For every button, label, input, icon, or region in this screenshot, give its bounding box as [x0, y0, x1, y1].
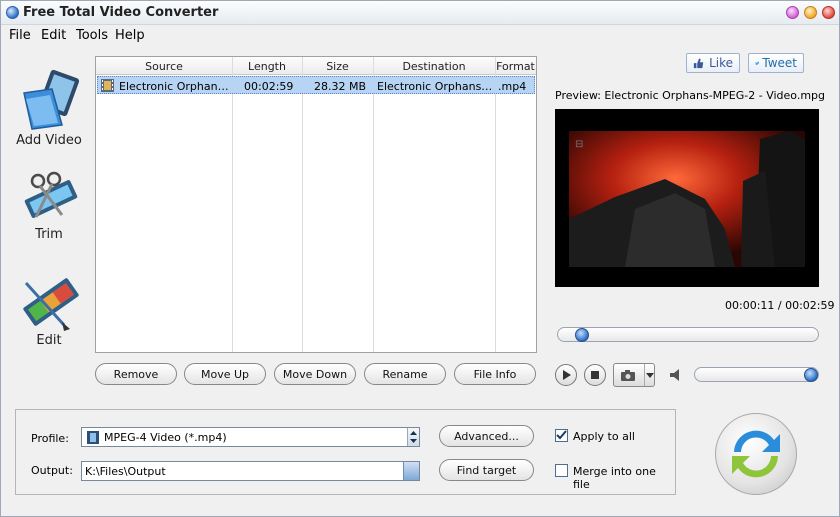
scissors-icon: [24, 171, 78, 218]
column-header-size[interactable]: Size: [302, 60, 373, 73]
twitter-icon: [755, 61, 760, 65]
column-divider: [302, 57, 303, 352]
convert-arrows-icon: [732, 430, 780, 478]
spinner-arrows-icon[interactable]: [407, 428, 419, 446]
remove-button[interactable]: Remove: [95, 363, 177, 385]
merge-checkbox[interactable]: [555, 464, 568, 477]
title-bar: Free Total Video Converter: [1, 1, 839, 25]
video-frame-image: ⊟: [555, 109, 819, 287]
column-divider: [373, 57, 374, 352]
menu-help[interactable]: Help: [115, 28, 145, 43]
column-header-source[interactable]: Source: [96, 60, 232, 73]
tweet-button[interactable]: Tweet: [748, 53, 804, 73]
file-list-table[interactable]: Source Length Size Destination Format El…: [95, 56, 537, 353]
checkmark-icon: [556, 430, 567, 440]
column-header-format[interactable]: Format: [495, 60, 536, 73]
playback-time: 00:00:11 / 00:02:59: [725, 299, 835, 312]
camera-icon: [621, 370, 635, 381]
thumbs-up-icon: [693, 58, 704, 68]
play-icon: [563, 370, 571, 380]
profile-value: MPEG-4 Video (*.mp4): [104, 431, 227, 444]
film-icon: [87, 431, 99, 444]
output-path-value: K:\Files\Output: [85, 465, 166, 478]
profile-select[interactable]: MPEG-4 Video (*.mp4): [81, 427, 420, 447]
output-path-field[interactable]: K:\Files\Output: [81, 461, 420, 481]
seek-slider-thumb[interactable]: [574, 328, 589, 342]
stop-icon: [591, 371, 599, 379]
profile-label: Profile:: [31, 432, 69, 445]
seek-slider[interactable]: [557, 327, 819, 342]
merge-label[interactable]: Merge into one file: [573, 465, 675, 491]
cell-destination: Electronic Orphans-MPEG-2 - Video.mp4: [377, 80, 493, 93]
like-label: Like: [709, 56, 733, 70]
move-down-button[interactable]: Move Down: [274, 363, 356, 385]
minimize-button[interactable]: [786, 6, 799, 19]
add-video-icon: [23, 69, 80, 130]
like-button[interactable]: Like: [686, 53, 740, 73]
volume-icon[interactable]: [667, 366, 685, 384]
trim-button[interactable]: Trim: [9, 171, 89, 242]
edit-button[interactable]: Edit: [9, 269, 89, 348]
app-window: Free Total Video Converter File Edit Too…: [0, 0, 840, 517]
advanced-button[interactable]: Advanced...: [439, 425, 534, 447]
preview-label: Preview: Electronic Orphans-MPEG-2 - Vid…: [555, 89, 826, 102]
menu-edit[interactable]: Edit: [41, 28, 66, 43]
menu-file[interactable]: File: [9, 28, 31, 43]
close-button[interactable]: [822, 6, 835, 19]
window-title: Free Total Video Converter: [23, 5, 219, 20]
stop-button[interactable]: [584, 364, 606, 386]
snapshot-button[interactable]: [613, 363, 655, 387]
video-preview: ⊟: [555, 109, 819, 287]
svg-text:⊟: ⊟: [575, 139, 583, 150]
table-row[interactable]: Electronic Orphans-MPEG-2 - Video.mpg 00…: [97, 76, 535, 94]
menu-tools[interactable]: Tools: [76, 28, 108, 43]
app-logo-icon: [6, 6, 19, 19]
cell-format: .mp4: [498, 80, 527, 93]
column-header-destination[interactable]: Destination: [373, 60, 495, 73]
add-video-button[interactable]: Add Video: [9, 69, 89, 148]
apply-to-all-checkbox[interactable]: [555, 429, 568, 442]
output-path-dropdown[interactable]: [403, 462, 419, 480]
move-up-button[interactable]: Move Up: [184, 363, 266, 385]
column-divider: [495, 57, 496, 352]
add-video-label: Add Video: [16, 133, 82, 148]
rename-button[interactable]: Rename: [364, 363, 446, 385]
volume-slider-thumb[interactable]: [804, 368, 818, 382]
menu-bar: File Edit Tools Help: [1, 26, 839, 46]
chevron-down-icon[interactable]: [646, 373, 654, 378]
cell-size: 28.32 MB: [314, 80, 367, 93]
volume-slider[interactable]: [694, 367, 819, 382]
output-settings-group: Profile: MPEG-4 Video (*.mp4) Output: K:…: [15, 409, 676, 495]
table-header: Source Length Size Destination Format: [96, 57, 536, 75]
find-target-button[interactable]: Find target: [439, 459, 534, 481]
output-label: Output:: [31, 464, 73, 477]
trim-label: Trim: [35, 227, 63, 242]
film-icon: [101, 79, 114, 92]
column-header-length[interactable]: Length: [232, 60, 302, 73]
file-info-button[interactable]: File Info: [454, 363, 536, 385]
convert-button[interactable]: [715, 413, 797, 495]
column-divider: [232, 57, 233, 352]
cell-source: Electronic Orphans-MPEG-2 - Video.mpg: [119, 80, 229, 93]
cell-length: 00:02:59: [244, 80, 294, 93]
split-divider: [644, 364, 645, 386]
apply-to-all-label[interactable]: Apply to all: [573, 430, 635, 443]
paintbrush-icon: [23, 278, 79, 331]
edit-label: Edit: [36, 333, 62, 348]
tweet-label: Tweet: [762, 56, 797, 70]
play-button[interactable]: [555, 364, 577, 386]
maximize-button[interactable]: [804, 6, 817, 19]
